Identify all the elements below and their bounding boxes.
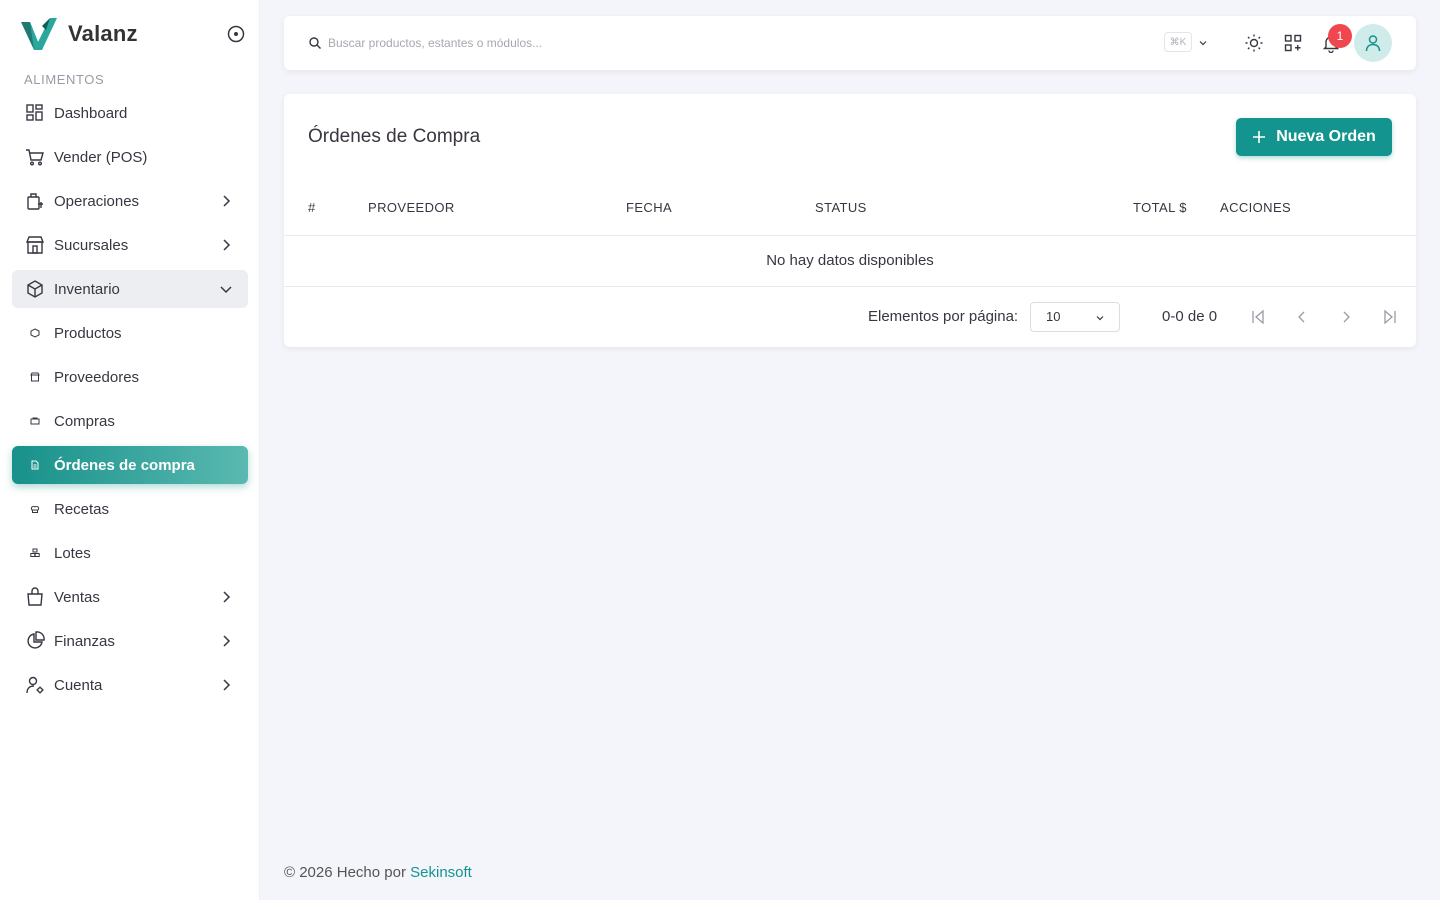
empty-state-text: No hay datos disponibles [766, 252, 934, 269]
chevron-right-icon [223, 591, 231, 603]
last-page-icon[interactable] [1381, 308, 1399, 326]
first-page-icon[interactable] [1249, 308, 1267, 326]
column-header-total[interactable]: TOTAL $ [1133, 200, 1187, 215]
chevron-right-icon [223, 195, 231, 207]
recipe-icon [24, 498, 46, 520]
chevron-right-icon [223, 635, 231, 647]
chevron-down-icon [220, 286, 232, 294]
sidebar-item-ordenes-de-compra[interactable]: Órdenes de compra [12, 446, 248, 484]
per-page-select[interactable]: 10 [1030, 302, 1120, 332]
sidebar-item-label: Vender (POS) [54, 148, 148, 166]
sidebar-item-label: Ventas [54, 588, 100, 606]
sidebar-item-recetas[interactable]: Recetas [12, 490, 248, 528]
footer: © 2026 Hecho por Sekinsoft [284, 864, 472, 881]
plus-icon [1253, 131, 1266, 143]
lots-icon [24, 542, 46, 564]
chevron-right-icon [223, 239, 231, 251]
sidebar-item-label: Productos [54, 324, 122, 342]
sidebar-item-label: Órdenes de compra [54, 456, 195, 474]
sidebar-item-lotes[interactable]: Lotes [12, 534, 248, 572]
column-header-proveedor[interactable]: PROVEEDOR [368, 200, 455, 215]
column-header-fecha[interactable]: FECHA [626, 200, 672, 215]
operations-icon [24, 190, 46, 212]
sidebar-item-label: Dashboard [54, 104, 128, 122]
sidebar-item-label: Inventario [54, 280, 120, 298]
brand[interactable]: Valanz [20, 16, 138, 52]
sidebar-item-proveedores[interactable]: Proveedores [12, 358, 248, 396]
sidebar-item-label: Lotes [54, 544, 91, 562]
sidebar-item-label: Cuenta [54, 676, 103, 694]
notification-badge: 1 [1328, 24, 1352, 48]
sidebar-item-label: Finanzas [54, 632, 115, 650]
sidebar-item-cuenta[interactable]: Cuenta [12, 666, 248, 704]
footer-link[interactable]: Sekinsoft [410, 864, 472, 881]
sidebar-item-dashboard[interactable]: Dashboard [12, 94, 248, 132]
product-icon [24, 322, 46, 344]
cart-icon [24, 146, 46, 168]
avatar[interactable] [1354, 24, 1392, 62]
table-divider [284, 235, 1416, 236]
chevron-down-icon [1096, 316, 1104, 321]
per-page-value: 10 [1046, 309, 1061, 324]
section-title: ALIMENTOS [24, 72, 105, 87]
brand-logo-icon [21, 18, 57, 50]
sidebar-item-label: Proveedores [54, 368, 140, 386]
collapse-sidebar-icon[interactable] [226, 24, 246, 44]
sidebar-item-label: Compras [54, 412, 115, 430]
sidebar-item-label: Recetas [54, 500, 110, 518]
next-page-icon[interactable] [1337, 308, 1355, 326]
bag-icon [24, 586, 46, 608]
sidebar-item-label: Operaciones [54, 192, 140, 210]
sidebar-item-compras[interactable]: Compras [12, 402, 248, 440]
previous-page-icon[interactable] [1293, 308, 1311, 326]
sidebar-item-finanzas[interactable]: Finanzas [12, 622, 248, 660]
box-icon [24, 278, 46, 300]
search-input[interactable] [328, 32, 828, 54]
pie-chart-icon [24, 630, 46, 652]
sidebar-item-productos[interactable]: Productos [12, 314, 248, 352]
user-icon [1365, 35, 1381, 52]
sidebar-item-inventario[interactable]: Inventario [12, 270, 248, 308]
chevron-down-icon[interactable] [1198, 38, 1208, 48]
new-order-button[interactable]: Nueva Orden [1236, 118, 1392, 156]
page-title: Órdenes de Compra [308, 126, 481, 147]
search-icon [309, 37, 321, 49]
supplier-icon [24, 366, 46, 388]
sidebar-item-pos[interactable]: Vender (POS) [12, 138, 248, 176]
column-header-status[interactable]: STATUS [815, 200, 867, 215]
pagination-range: 0-0 de 0 [1162, 308, 1218, 325]
top-bar: ⌘K 1 [284, 16, 1416, 70]
apps-grid-icon[interactable] [1283, 33, 1303, 53]
sidebar: Valanz ALIMENTOS Dashboard Vender (POS) … [0, 0, 260, 900]
dashboard-icon [24, 102, 46, 124]
chevron-right-icon [223, 679, 231, 691]
user-gear-icon [24, 674, 46, 696]
purchases-icon [24, 410, 46, 432]
store-icon [24, 234, 46, 256]
order-icon [24, 454, 46, 476]
footer-text: © 2026 Hecho por [284, 864, 406, 881]
new-order-label: Nueva Orden [1276, 128, 1376, 145]
table-divider [284, 286, 1416, 287]
sidebar-item-operaciones[interactable]: Operaciones [12, 182, 248, 220]
per-page-label: Elementos por página: [868, 308, 1019, 325]
purchase-orders-card: Órdenes de Compra Nueva Orden # PROVEEDO… [284, 94, 1416, 347]
sidebar-nav: Dashboard Vender (POS) Operaciones Sucur… [12, 94, 248, 710]
sidebar-item-label: Sucursales [54, 236, 129, 254]
column-header-number[interactable]: # [308, 200, 316, 215]
sidebar-item-sucursales[interactable]: Sucursales [12, 226, 248, 264]
column-header-acciones: ACCIONES [1220, 200, 1292, 215]
brand-name: Valanz [68, 21, 138, 46]
sidebar-item-ventas[interactable]: Ventas [12, 578, 248, 616]
sun-icon[interactable] [1244, 33, 1264, 53]
shortcut-hint: ⌘K [1164, 32, 1192, 52]
